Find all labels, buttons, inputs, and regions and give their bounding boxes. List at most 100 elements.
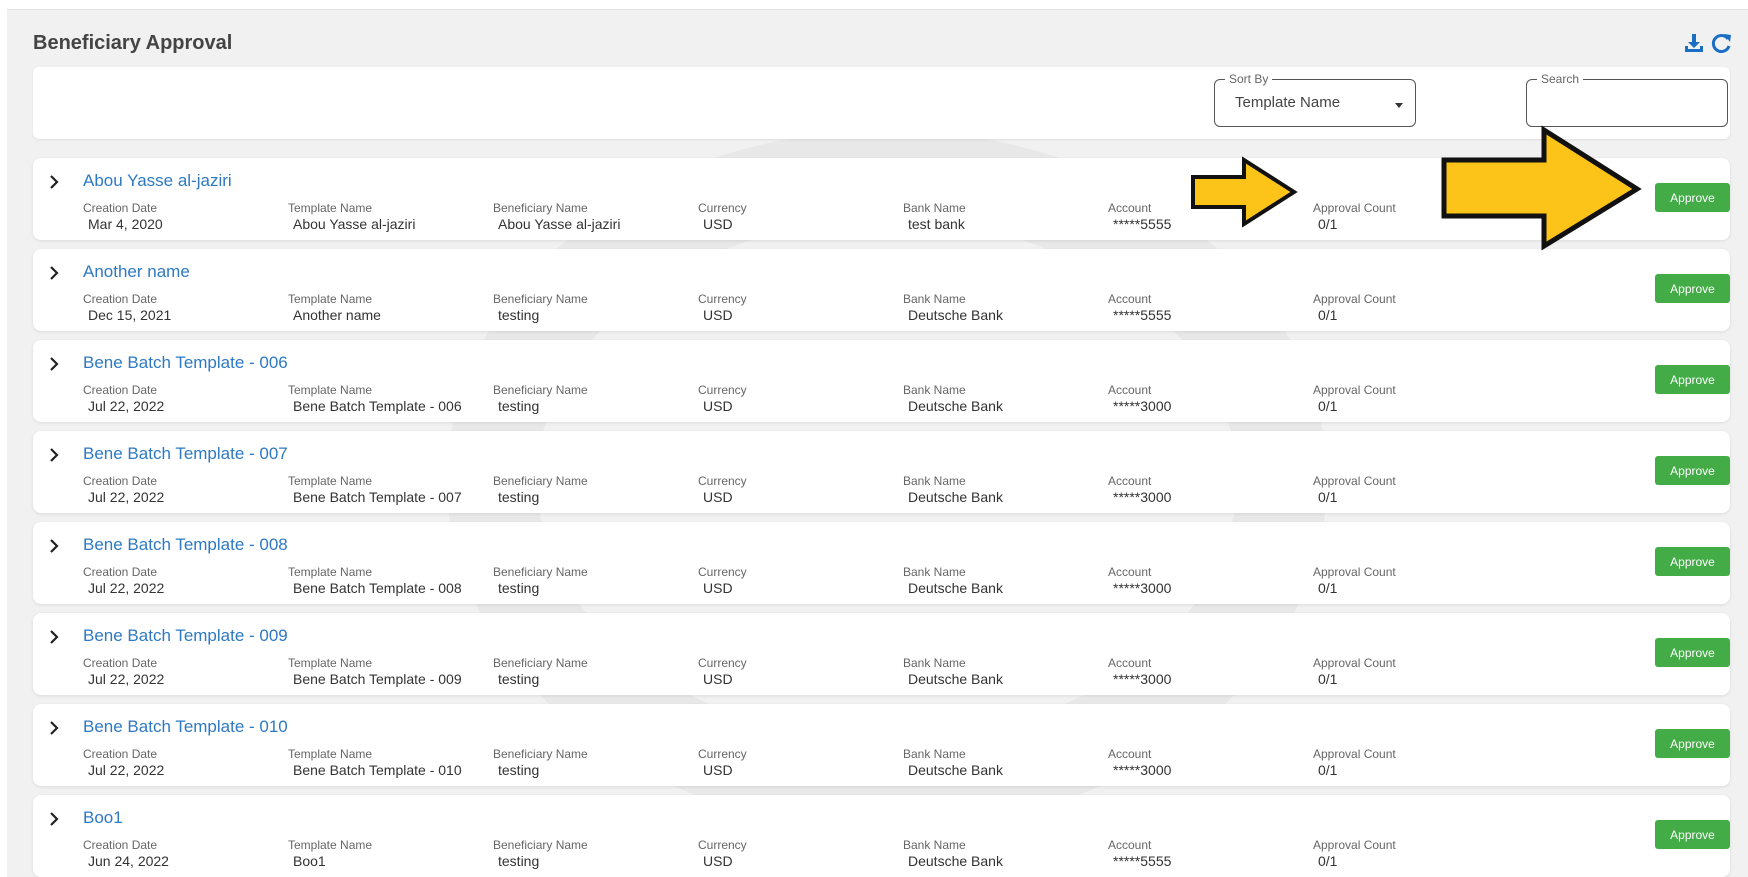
field-label: Currency (698, 383, 747, 397)
approve-button[interactable]: Approve (1655, 547, 1730, 576)
item-title-link[interactable]: Bene Batch Template - 008 (83, 535, 288, 555)
field-value: testing (498, 489, 540, 505)
field-approval-count: Approval Count 0/1 (1313, 201, 1513, 233)
field-value: Deutsche Bank (908, 580, 1003, 596)
field-value: 0/1 (1318, 398, 1338, 414)
field-value: 0/1 (1318, 307, 1338, 323)
search-input[interactable] (1535, 92, 1715, 116)
field-value: USD (703, 216, 733, 232)
field-beneficiary-name: Beneficiary Name testing (493, 292, 693, 324)
item-title-link[interactable]: Another name (83, 262, 190, 282)
chevron-right-icon[interactable] (46, 354, 62, 374)
field-value: Deutsche Bank (908, 671, 1003, 687)
field-value: testing (498, 307, 540, 323)
field-currency: Currency USD (698, 474, 898, 506)
field-value: USD (703, 580, 733, 596)
field-value: 0/1 (1318, 216, 1338, 232)
field-value: testing (498, 853, 540, 869)
field-label: Approval Count (1313, 292, 1396, 306)
chevron-right-icon[interactable] (46, 445, 62, 465)
item-title-link[interactable]: Bene Batch Template - 006 (83, 353, 288, 373)
approve-button[interactable]: Approve (1655, 365, 1730, 394)
field-label: Account (1108, 474, 1152, 488)
field-currency: Currency USD (698, 565, 898, 597)
field-template-name: Template Name Bene Batch Template - 010 (288, 747, 488, 779)
chevron-right-icon[interactable] (46, 718, 62, 738)
download-icon[interactable] (1683, 32, 1705, 54)
approve-button[interactable]: Approve (1655, 638, 1730, 667)
field-label: Creation Date (83, 474, 158, 488)
list-item: Boo1 Creation Date Jun 24, 2022 Template Na… (33, 795, 1730, 877)
field-template-name: Template Name Bene Batch Template - 006 (288, 383, 488, 415)
refresh-icon[interactable] (1711, 32, 1733, 54)
field-value: *****5555 (1113, 307, 1172, 323)
field-account: Account *****3000 (1108, 474, 1308, 506)
field-creation-date: Creation Date Mar 4, 2020 (83, 201, 283, 233)
filter-bar: Sort By Template Name Search (33, 67, 1730, 139)
field-account: Account *****5555 (1108, 838, 1308, 870)
item-title-link[interactable]: Boo1 (83, 808, 123, 828)
field-creation-date: Creation Date Jul 22, 2022 (83, 747, 283, 779)
item-title-link[interactable]: Bene Batch Template - 007 (83, 444, 288, 464)
approve-button[interactable]: Approve (1655, 820, 1730, 849)
field-value: test bank (908, 216, 965, 232)
field-approval-count: Approval Count 0/1 (1313, 383, 1513, 415)
field-beneficiary-name: Beneficiary Name testing (493, 838, 693, 870)
field-value: 0/1 (1318, 853, 1338, 869)
field-value: Deutsche Bank (908, 853, 1003, 869)
field-value: 0/1 (1318, 762, 1338, 778)
field-approval-count: Approval Count 0/1 (1313, 474, 1513, 506)
item-title-link[interactable]: Bene Batch Template - 010 (83, 717, 288, 737)
chevron-right-icon[interactable] (46, 172, 62, 192)
field-value: USD (703, 398, 733, 414)
list-item: Abou Yasse al-jaziri Creation Date Mar 4, … (33, 158, 1730, 240)
field-value: Bene Batch Template - 006 (293, 398, 462, 414)
field-beneficiary-name: Beneficiary Name testing (493, 383, 693, 415)
field-value: Jun 24, 2022 (88, 853, 169, 869)
field-value: Deutsche Bank (908, 489, 1003, 505)
field-label: Account (1108, 383, 1152, 397)
field-value: testing (498, 398, 540, 414)
field-creation-date: Creation Date Jul 22, 2022 (83, 383, 283, 415)
field-value: USD (703, 853, 733, 869)
approve-button[interactable]: Approve (1655, 729, 1730, 758)
field-beneficiary-name: Beneficiary Name testing (493, 656, 693, 688)
field-approval-count: Approval Count 0/1 (1313, 747, 1513, 779)
field-label: Creation Date (83, 201, 158, 215)
field-creation-date: Creation Date Jul 22, 2022 (83, 565, 283, 597)
field-beneficiary-name: Beneficiary Name testing (493, 747, 693, 779)
chevron-right-icon[interactable] (46, 263, 62, 283)
field-template-name: Template Name Another name (288, 292, 488, 324)
field-beneficiary-name: Beneficiary Name testing (493, 474, 693, 506)
list-item: Bene Batch Template - 008 Creation Date Ju… (33, 522, 1730, 604)
field-label: Account (1108, 201, 1152, 215)
chevron-right-icon[interactable] (46, 536, 62, 556)
field-value: 0/1 (1318, 489, 1338, 505)
sort-by-select[interactable]: Sort By Template Name (1214, 72, 1416, 127)
approve-button[interactable]: Approve (1655, 274, 1730, 303)
field-currency: Currency USD (698, 747, 898, 779)
field-label: Template Name (288, 201, 373, 215)
field-value: Dec 15, 2021 (88, 307, 172, 323)
field-label: Approval Count (1313, 383, 1396, 397)
chevron-right-icon[interactable] (46, 809, 62, 829)
chevron-right-icon[interactable] (46, 627, 62, 647)
field-template-name: Template Name Bene Batch Template - 007 (288, 474, 488, 506)
item-title-link[interactable]: Abou Yasse al-jaziri (83, 171, 232, 191)
field-creation-date: Creation Date Jun 24, 2022 (83, 838, 283, 870)
approve-button[interactable]: Approve (1655, 183, 1730, 212)
field-label: Template Name (288, 838, 373, 852)
field-value: *****3000 (1113, 489, 1172, 505)
field-label: Account (1108, 565, 1152, 579)
field-label: Beneficiary Name (493, 838, 588, 852)
search-label: Search (1537, 72, 1584, 86)
header-actions (1683, 32, 1733, 54)
item-title-link[interactable]: Bene Batch Template - 009 (83, 626, 288, 646)
field-value: *****5555 (1113, 853, 1172, 869)
field-currency: Currency USD (698, 838, 898, 870)
app-frame: Beneficiary Approval Sort By Template Na… (7, 9, 1748, 877)
approve-button[interactable]: Approve (1655, 456, 1730, 485)
field-label: Template Name (288, 292, 373, 306)
field-bank-name: Bank Name Deutsche Bank (903, 565, 1103, 597)
field-label: Account (1108, 292, 1152, 306)
